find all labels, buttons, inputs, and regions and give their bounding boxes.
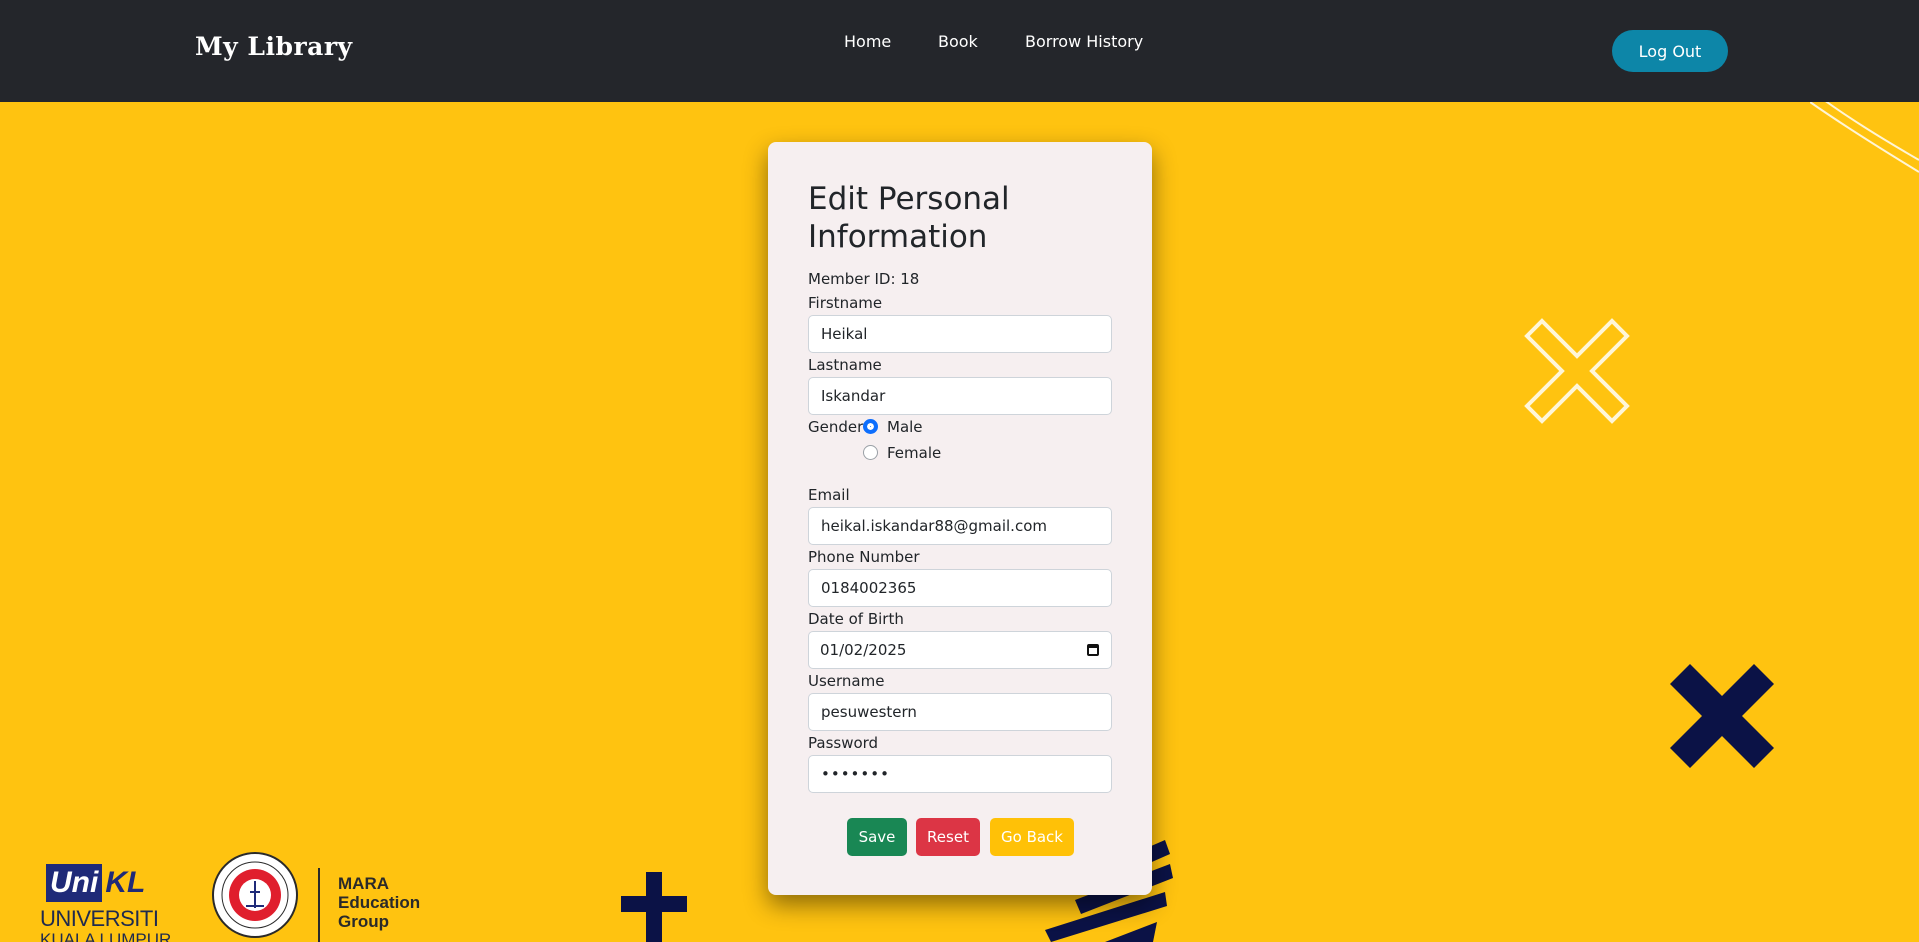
username-value: pesuwestern xyxy=(821,703,917,721)
nav-link-borrow-history[interactable]: Borrow History xyxy=(1025,32,1143,51)
email-label: Email xyxy=(808,486,850,504)
gender-female-radio[interactable] xyxy=(863,445,878,460)
mara-line1: MARA xyxy=(338,874,389,893)
save-button[interactable]: Save xyxy=(847,818,907,856)
go-back-button[interactable]: Go Back xyxy=(990,818,1074,856)
phone-input[interactable]: 0184002365 xyxy=(808,569,1112,607)
edit-info-card: Edit Personal Information Member ID: 18 … xyxy=(768,142,1152,895)
password-value: ••••••• xyxy=(821,765,890,783)
navy-plus-shape xyxy=(621,872,687,942)
firstname-input[interactable]: Heikal xyxy=(808,315,1112,353)
unikl-logo: Uni KL UNIVERSITI KUALA LUMPUR xyxy=(38,858,188,942)
mara-line2: Education xyxy=(338,893,421,912)
email-value: heikal.iskandar88@gmail.com xyxy=(821,517,1047,535)
phone-label: Phone Number xyxy=(808,548,920,566)
firstname-value: Heikal xyxy=(821,325,868,343)
gender-male-radio[interactable] xyxy=(863,419,878,434)
unikl-uni-text: Uni xyxy=(46,864,103,902)
decorative-lines xyxy=(1810,100,1919,173)
dob-input[interactable]: 01/02/2025 xyxy=(808,631,1112,669)
mara-line3: Group xyxy=(338,912,389,931)
unikl-kl-full-text: KUALA LUMPUR xyxy=(40,930,172,942)
outline-x-shape xyxy=(1524,318,1630,424)
calendar-icon[interactable] xyxy=(1087,644,1099,656)
gender-label: Gender xyxy=(808,418,864,436)
gender-male-label[interactable]: Male xyxy=(887,418,923,436)
logo-divider xyxy=(318,868,320,942)
navy-x-shape xyxy=(1670,664,1774,768)
gender-female-label[interactable]: Female xyxy=(887,444,941,462)
page-title: Edit Personal Information xyxy=(808,181,1010,255)
email-input[interactable]: heikal.iskandar88@gmail.com xyxy=(808,507,1112,545)
lastname-input[interactable]: Iskandar xyxy=(808,377,1112,415)
mara-seal-emblem xyxy=(212,852,298,938)
lastname-label: Lastname xyxy=(808,356,882,374)
top-navbar: My Library Home Book Borrow History Log … xyxy=(0,0,1919,102)
unikl-universiti-text: UNIVERSITI xyxy=(40,906,159,931)
reset-button[interactable]: Reset xyxy=(916,818,980,856)
logout-button[interactable]: Log Out xyxy=(1612,30,1728,72)
phone-value: 0184002365 xyxy=(821,579,917,597)
password-input[interactable]: ••••••• xyxy=(808,755,1112,793)
lastname-value: Iskandar xyxy=(821,387,886,405)
dob-label: Date of Birth xyxy=(808,610,904,628)
nav-link-home[interactable]: Home xyxy=(844,32,891,51)
unikl-kl-text: KL xyxy=(105,866,146,899)
mara-education-text: MARA Education Group xyxy=(338,874,420,931)
username-input[interactable]: pesuwestern xyxy=(808,693,1112,731)
firstname-label: Firstname xyxy=(808,294,883,312)
dob-value: 01/02/2025 xyxy=(820,641,907,659)
username-label: Username xyxy=(808,672,885,690)
nav-link-book[interactable]: Book xyxy=(938,32,978,51)
member-id-text: Member ID: 18 xyxy=(808,270,920,288)
password-label: Password xyxy=(808,734,879,752)
brand-logo[interactable]: My Library xyxy=(195,32,353,61)
